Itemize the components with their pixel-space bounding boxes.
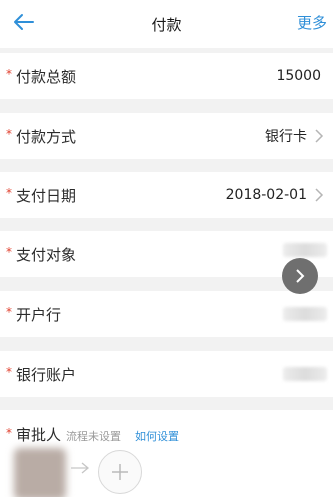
add-approver-button[interactable]: [98, 450, 142, 494]
field-total-amount[interactable]: * 付款总额 15000: [0, 53, 333, 99]
field-value: 银行卡: [265, 129, 307, 145]
redacted-value: [283, 307, 327, 321]
required-marker: *: [6, 186, 12, 200]
required-marker: *: [6, 305, 12, 319]
page-title: 付款: [151, 16, 182, 34]
field-bank-account[interactable]: * 银行账户: [0, 351, 333, 397]
field-label: 付款总额: [16, 67, 77, 86]
approver-label: 审批人: [16, 426, 62, 444]
top-bar: 付款 更多: [0, 0, 333, 48]
plus-icon: [112, 464, 128, 480]
required-marker: *: [6, 245, 12, 259]
field-label: 银行账户: [16, 365, 77, 384]
more-button[interactable]: 更多: [297, 12, 327, 33]
field-value: 15000: [276, 68, 321, 84]
field-label: 付款方式: [16, 127, 77, 146]
how-to-set-link[interactable]: 如何设置: [135, 428, 179, 444]
required-marker: *: [6, 426, 12, 440]
chevron-right-icon: [296, 269, 305, 283]
required-marker: *: [6, 127, 12, 141]
field-label: 支付对象: [16, 245, 77, 264]
approver-section: * 审批人 流程未设置 如何设置: [0, 410, 333, 497]
field-label: 支付日期: [16, 186, 77, 205]
chevron-right-icon: [315, 188, 324, 202]
floating-next-button[interactable]: [282, 258, 318, 294]
redacted-value: [283, 367, 327, 381]
field-value: 2018-02-01: [225, 187, 307, 203]
field-payment-date[interactable]: * 支付日期 2018-02-01: [0, 172, 333, 218]
arrow-right-icon: [71, 462, 90, 474]
chevron-right-icon: [315, 129, 324, 143]
avatar: [14, 448, 66, 497]
approver-hint: 流程未设置: [66, 430, 121, 443]
required-marker: *: [6, 365, 12, 379]
field-payment-method[interactable]: * 付款方式 银行卡: [0, 113, 333, 159]
field-label: 开户行: [16, 305, 62, 324]
field-bank[interactable]: * 开户行: [0, 291, 333, 337]
redacted-value: [283, 243, 327, 257]
required-marker: *: [6, 67, 12, 81]
